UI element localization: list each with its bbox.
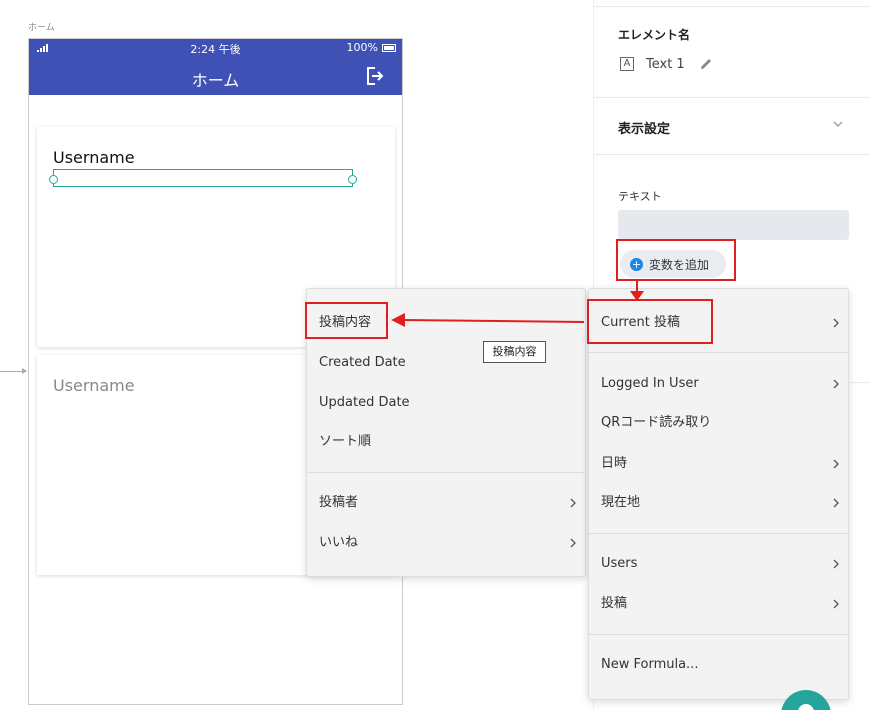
menu-separator xyxy=(589,533,848,534)
element-name: Text 1 xyxy=(646,57,685,72)
chevron-right-icon xyxy=(833,498,839,508)
app-bar: ホーム xyxy=(29,57,402,95)
menu-item-updated-date[interactable]: Updated Date xyxy=(307,389,585,417)
battery-icon xyxy=(382,44,396,52)
divider xyxy=(594,6,870,7)
menu-item-likes[interactable]: いいね xyxy=(307,529,585,557)
text-field-label: テキスト xyxy=(618,190,662,203)
chevron-right-icon xyxy=(833,559,839,569)
menu-item-logged-in-user[interactable]: Logged In User xyxy=(589,370,848,398)
menu-item-location[interactable]: 現在地 xyxy=(589,489,848,517)
display-settings-header[interactable]: 表示設定 xyxy=(618,118,670,137)
chevron-right-icon xyxy=(570,538,576,548)
resize-handle-right[interactable] xyxy=(348,175,357,184)
divider xyxy=(594,154,870,155)
menu-item-qr-scan[interactable]: QRコード読み取り xyxy=(589,409,848,437)
chevron-right-icon xyxy=(833,318,839,328)
element-name-label: エレメント名 xyxy=(618,28,691,42)
screen-label: ホーム xyxy=(28,23,55,33)
menu-separator xyxy=(589,634,848,635)
menu-separator xyxy=(589,352,848,353)
menu-item-posts[interactable]: 投稿 xyxy=(589,590,848,618)
menu-item-datetime[interactable]: 日時 xyxy=(589,450,848,478)
text-element-icon: A xyxy=(620,57,634,71)
selected-text-element[interactable] xyxy=(49,169,357,187)
chevron-right-icon xyxy=(570,498,576,508)
menu-item-users[interactable]: Users xyxy=(589,550,848,578)
logout-icon[interactable] xyxy=(364,66,384,86)
chevron-right-icon xyxy=(833,599,839,609)
connector-line xyxy=(0,371,24,372)
app-bar-title: ホーム xyxy=(191,71,240,90)
resize-handle-left[interactable] xyxy=(49,175,58,184)
chevron-right-icon xyxy=(833,459,839,469)
pencil-icon[interactable] xyxy=(698,56,714,72)
menu-separator xyxy=(307,472,585,473)
annotation-highlight-post-content xyxy=(305,302,388,339)
text-input[interactable] xyxy=(618,210,849,240)
connector-arrow-icon xyxy=(22,368,27,374)
battery-percent: 100% xyxy=(346,41,378,54)
annotation-highlight-add-variable xyxy=(616,239,736,281)
tooltip: 投稿内容 xyxy=(483,341,546,363)
annotation-highlight-current-post xyxy=(587,299,713,344)
menu-item-sort-order[interactable]: ソート順 xyxy=(307,428,585,456)
username-text[interactable]: Username xyxy=(53,148,135,167)
menu-item-new-formula[interactable]: New Formula... xyxy=(589,651,848,679)
chevron-right-icon xyxy=(833,379,839,389)
status-bar: 2:24 午後 100% xyxy=(29,39,402,57)
chevron-down-icon[interactable] xyxy=(832,118,844,130)
divider xyxy=(594,97,870,98)
divider xyxy=(850,382,870,383)
variable-menu: Current 投稿 Logged In User QRコード読み取り 日時 現… xyxy=(588,288,849,700)
menu-item-poster[interactable]: 投稿者 xyxy=(307,489,585,517)
username-text[interactable]: Username xyxy=(53,376,135,395)
